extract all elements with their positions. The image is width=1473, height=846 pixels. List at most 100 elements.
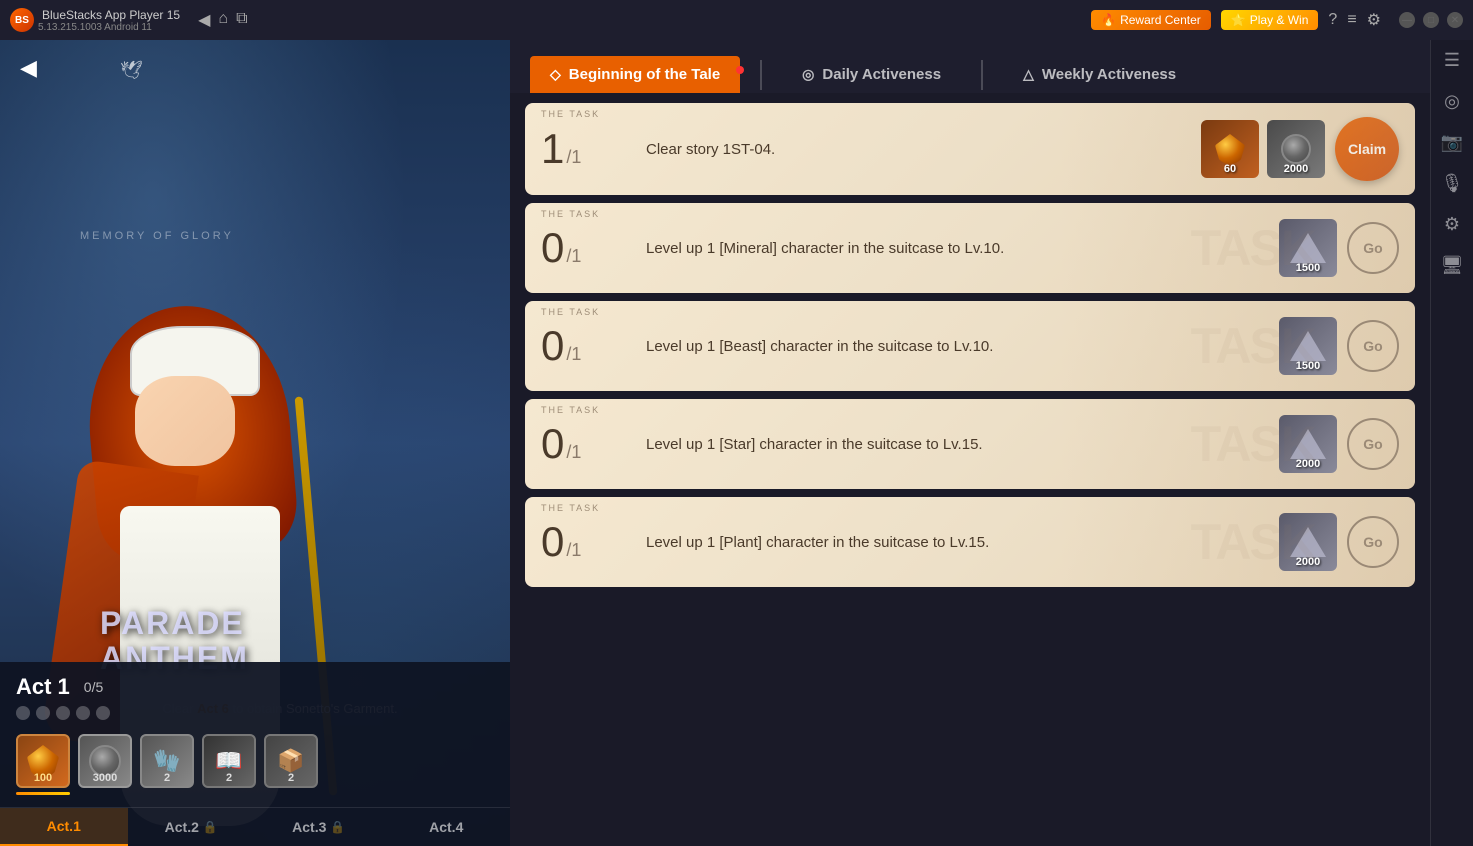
act-tab-2[interactable]: Act.2 🔒: [128, 808, 256, 846]
small-count: 2: [288, 772, 294, 784]
act-tabs: Act.1 Act.2 🔒 Act.3 🔒 Act.4: [0, 807, 510, 846]
menu-icon[interactable]: ≡: [1347, 11, 1356, 29]
fire-icon: 🔥: [1101, 13, 1116, 27]
task-label-2: THE TASK: [541, 209, 600, 219]
sidebar-icon-4[interactable]: 🎙: [1441, 173, 1464, 194]
act-tab-4[interactable]: Act.4: [383, 808, 511, 846]
dot-5: [96, 706, 110, 720]
act-dots: [0, 706, 510, 728]
tri-shape-4: [1290, 429, 1326, 459]
tab-beginning-of-tale[interactable]: ◇ Beginning of the Tale: [530, 56, 740, 93]
task-label-1: THE TASK: [541, 109, 600, 119]
help-icon[interactable]: ?: [1328, 11, 1337, 29]
reward-center-button[interactable]: 🔥 Reward Center: [1091, 10, 1211, 30]
task-reward-tri-icon-5: 2000: [1279, 513, 1337, 571]
small-icon: 📦 2: [264, 734, 318, 788]
left-panel: ◀ 🕊 MEMORY OF GLORY PARADE ANTHEM Clear …: [0, 40, 510, 846]
beginning-icon: ◇: [550, 66, 561, 83]
task-desc-4: Level up 1 [Star] character in the suitc…: [631, 434, 1279, 455]
sidebar-icon-2[interactable]: ◎: [1444, 91, 1460, 112]
task-desc-2: Level up 1 [Mineral] character in the su…: [631, 238, 1279, 259]
title-bar-right: 🔥 Reward Center ⭐ Play & Win ? ≡ ⚙ — □ ✕: [1091, 10, 1463, 30]
task-num-2: 0: [541, 227, 564, 269]
dot-2: [36, 706, 50, 720]
sidebar-icon-3[interactable]: 📷: [1441, 132, 1463, 153]
task-card-1: THE TASK 1 /1 Clear story 1ST-04. 60 200…: [525, 103, 1415, 195]
sidebar-icon-5[interactable]: ⚙: [1444, 214, 1460, 235]
act-tab-3[interactable]: Act.3 🔒: [255, 808, 383, 846]
go-button-2[interactable]: Go: [1347, 222, 1399, 274]
task-desc-3: Level up 1 [Beast] character in the suit…: [631, 336, 1279, 357]
maximize-button[interactable]: □: [1423, 12, 1439, 28]
act-tab-1[interactable]: Act.1: [0, 808, 128, 846]
task-reward-coin-icon: 2000: [1267, 120, 1325, 178]
gloves-count: 2: [164, 772, 170, 784]
task-card-2: THE TASK 0 /1 Level up 1 [Mineral] chara…: [525, 203, 1415, 293]
coin-icon: 3000: [78, 734, 132, 788]
right-sidebar: ☰ ◎ 📷 🎙 ⚙ 🖥: [1430, 40, 1473, 846]
home-nav-icon[interactable]: ⌂: [218, 10, 228, 30]
play-win-label: Play & Win: [1250, 13, 1309, 27]
minimize-button[interactable]: —: [1399, 12, 1415, 28]
task-reward-count-amber: 60: [1201, 163, 1259, 175]
act3-lock-icon: 🔒: [330, 820, 345, 834]
task-reward-tri-icon-2: 1500: [1279, 219, 1337, 277]
task-num-4: 0: [541, 423, 564, 465]
gloves-emoji: 🧤: [153, 748, 180, 774]
task-desc-5: Level up 1 [Plant] character in the suit…: [631, 532, 1279, 553]
tabs-header: ◇ Beginning of the Tale ◎ Daily Activene…: [510, 40, 1430, 93]
weekly-label: Weekly Activeness: [1042, 66, 1176, 83]
memory-of-glory-text: MEMORY OF GLORY: [80, 230, 234, 242]
settings-icon[interactable]: ⚙: [1367, 10, 1381, 30]
tasks-container[interactable]: THE TASK 1 /1 Clear story 1ST-04. 60 200…: [510, 93, 1430, 846]
tab-divider-1: [760, 60, 762, 90]
tab-daily-activeness[interactable]: ◎ Daily Activeness: [782, 56, 961, 93]
play-win-button[interactable]: ⭐ Play & Win: [1221, 10, 1319, 30]
claim-button-1[interactable]: Claim: [1335, 117, 1399, 181]
tabs-nav-icon[interactable]: ⧉: [236, 10, 247, 30]
reward-center-label: Reward Center: [1120, 13, 1201, 27]
close-button[interactable]: ✕: [1447, 12, 1463, 28]
task-card-3: THE TASK 0 /1 Level up 1 [Beast] charact…: [525, 301, 1415, 391]
tri-shape-5: [1290, 527, 1326, 557]
act-title: Act 1: [16, 674, 70, 700]
act-progress: 0/5: [84, 679, 103, 695]
book-emoji: 📖: [215, 748, 242, 774]
gloves-icon: 🧤 2: [140, 734, 194, 788]
task-progress-2: 0 /1: [541, 227, 631, 269]
task-progress-1: 1 /1: [541, 128, 631, 170]
coin-reward-shape: [1281, 134, 1311, 164]
back-button[interactable]: ◀: [20, 55, 37, 81]
task-reward-2: 1500: [1279, 219, 1337, 277]
task-reward-amber-icon: 60: [1201, 120, 1259, 178]
title-bar: BS BlueStacks App Player 15 5.13.215.100…: [0, 0, 1473, 40]
daily-label: Daily Activeness: [822, 66, 941, 83]
act3-label: Act.3: [292, 819, 326, 835]
task-reward-tri-icon-3: 1500: [1279, 317, 1337, 375]
go-button-5[interactable]: Go: [1347, 516, 1399, 568]
amber-gem-reward: [1215, 134, 1245, 164]
task-denom-4: /1: [566, 442, 581, 463]
go-button-3[interactable]: Go: [1347, 320, 1399, 372]
task-label-4: THE TASK: [541, 405, 600, 415]
tab-divider-2: [981, 60, 983, 90]
tab-weekly-activeness[interactable]: △ Weekly Activeness: [1003, 56, 1196, 93]
go-button-4[interactable]: Go: [1347, 418, 1399, 470]
parade-line1: PARADE: [100, 606, 249, 641]
sidebar-icon-6[interactable]: 🖥: [1441, 255, 1464, 276]
task-desc-1: Clear story 1ST-04.: [631, 139, 1201, 160]
task-num-3: 0: [541, 325, 564, 367]
sidebar-icon-1[interactable]: ☰: [1444, 50, 1460, 71]
amber-icon: 100: [16, 734, 70, 788]
back-nav-icon[interactable]: ◀: [198, 10, 210, 30]
task-denom-5: /1: [566, 540, 581, 561]
task-denom-2: /1: [566, 246, 581, 267]
beginning-notification-dot: [736, 66, 744, 74]
task-reward-5: 2000: [1279, 513, 1337, 571]
task-reward-count-coin: 2000: [1267, 163, 1325, 175]
task-progress-3: 0 /1: [541, 325, 631, 367]
reward-coin: 3000: [78, 734, 132, 795]
coin-count: 3000: [93, 772, 117, 784]
task-num-5: 0: [541, 521, 564, 563]
small-emoji: 📦: [277, 748, 304, 774]
